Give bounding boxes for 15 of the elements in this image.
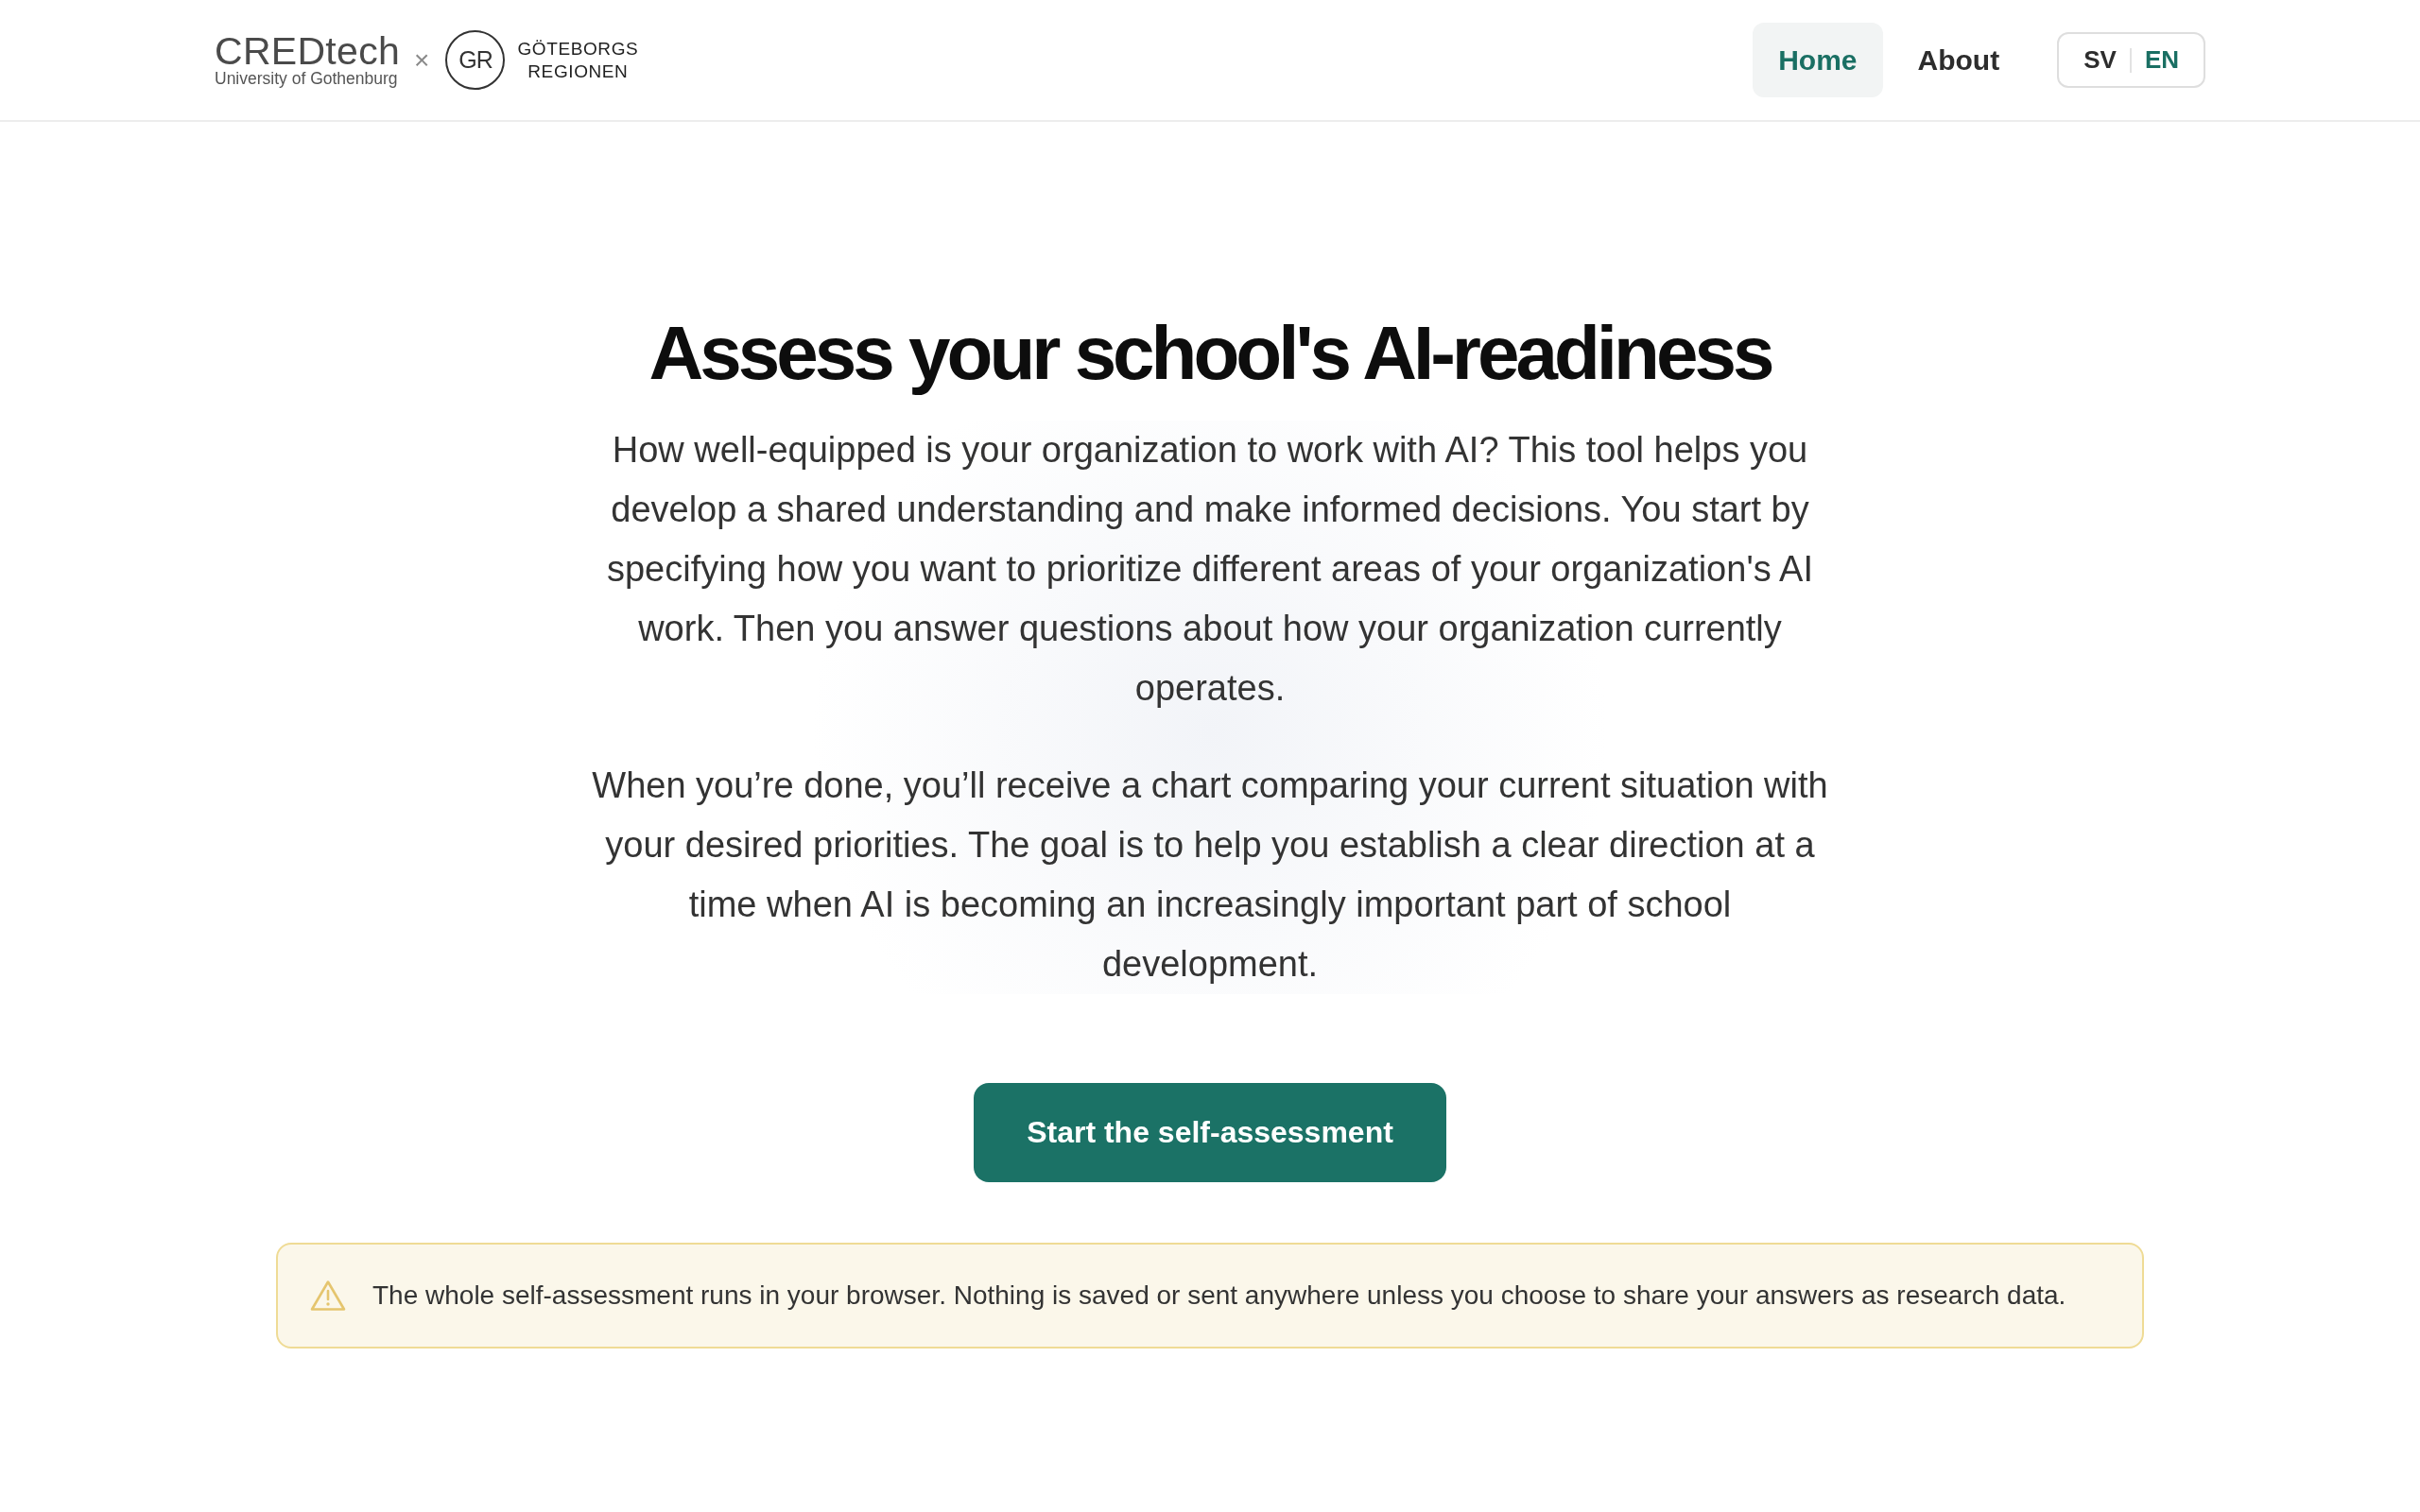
intro-paragraph: When you’re done, you’ll receive a chart comparing your current situation with your desired priorities. The goal is to help you establish a clear direction at a time when AI is becoming an increasingly important part of school development.: [591, 765, 1829, 986]
intro-paragraph: How well-equipped is your organization to work with AI? This tool helps you develop a shared understanding and make informed decisions. You start by specifying how you want to prioritize different areas of your organization's AI work. Then you answer questions about how your organization currently operates.: [606, 429, 1814, 710]
warning-icon: [310, 1280, 346, 1312]
nav-link[interactable]: About: [1892, 23, 2026, 97]
start-button[interactable]: Start the self-assessment: [974, 1083, 1446, 1182]
logo-wordmark: CREDtech: [215, 32, 401, 69]
language-option[interactable]: EN: [2131, 34, 2192, 86]
partner-logo-text: GÖTEBORGS REGIONEN: [517, 37, 639, 83]
nav-link[interactable]: Home: [1753, 23, 1883, 97]
page-title: Assess your school's AI-readiness: [648, 310, 1772, 397]
separator-sign: ×: [414, 46, 430, 74]
logo-monogram: GR: [445, 30, 506, 90]
logo-subtitle: University of Gothenburg: [215, 68, 398, 88]
notice-text: The whole self-assessment runs in your browser. Nothing is saved or sent anywhere unless you choose to share your answers as research data.: [372, 1280, 2066, 1312]
language-option[interactable]: SV: [2070, 34, 2130, 86]
